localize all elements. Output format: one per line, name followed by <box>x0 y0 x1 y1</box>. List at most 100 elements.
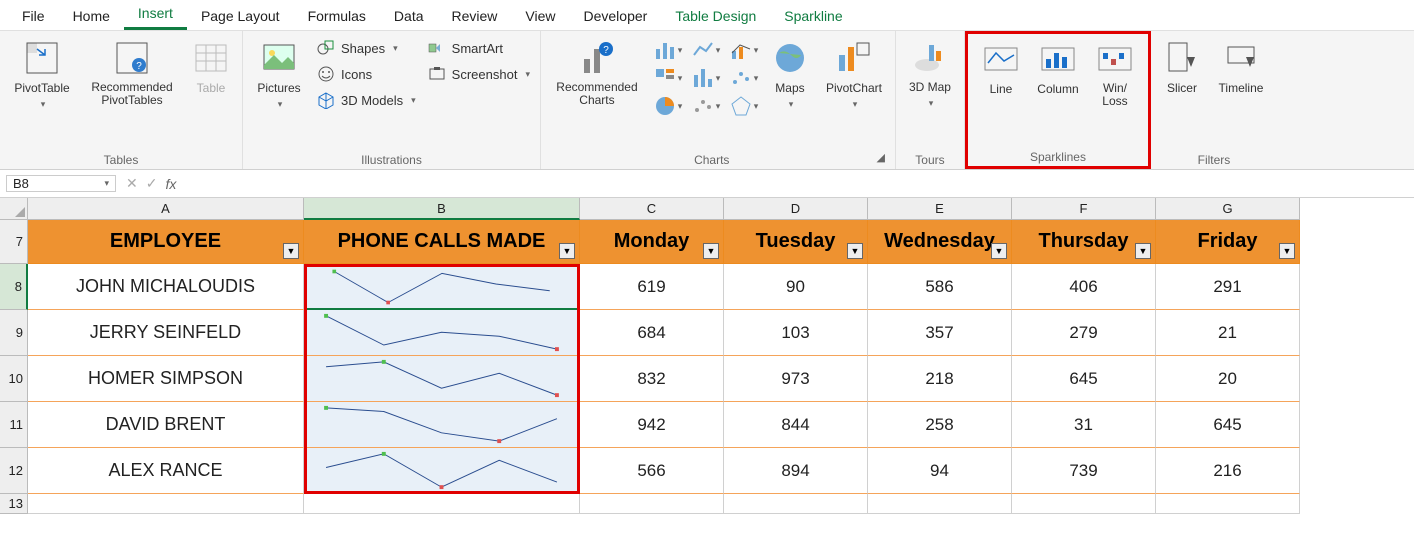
screenshot-button[interactable]: Screenshot▾ <box>424 63 534 85</box>
row-header-9[interactable]: 9 <box>0 310 28 356</box>
select-all-corner[interactable] <box>0 198 28 220</box>
tab-sparkline[interactable]: Sparkline <box>770 4 856 30</box>
cell-empty[interactable] <box>580 494 724 514</box>
employee-name-cell[interactable]: DAVID BRENT <box>28 402 304 448</box>
data-cell[interactable]: 357 <box>868 310 1012 356</box>
filter-button[interactable]: ▼ <box>1135 243 1151 259</box>
header-employee[interactable]: EMPLOYEE ▼ <box>28 220 304 264</box>
data-cell[interactable]: 844 <box>724 402 868 448</box>
statistic-chart-button[interactable]: ▾ <box>689 65 723 91</box>
sparkline-cell[interactable] <box>304 264 580 310</box>
icons-button[interactable]: Icons <box>313 63 420 85</box>
pictures-button[interactable]: Pictures ▾ <box>249 37 309 112</box>
pivottable-button[interactable]: PivotTable ▾ <box>6 37 78 112</box>
data-cell[interactable]: 645 <box>1156 402 1300 448</box>
tab-data[interactable]: Data <box>380 4 438 30</box>
data-cell[interactable]: 832 <box>580 356 724 402</box>
data-cell[interactable]: 218 <box>868 356 1012 402</box>
data-cell[interactable]: 258 <box>868 402 1012 448</box>
3d-map-button[interactable]: 3D Map▾ <box>902 37 958 111</box>
tab-developer[interactable]: Developer <box>570 4 662 30</box>
col-header-c[interactable]: C <box>580 198 724 220</box>
recommended-charts-button[interactable]: ? Recommended Charts <box>547 37 647 109</box>
data-cell[interactable]: 645 <box>1012 356 1156 402</box>
recommended-pivot-button[interactable]: ? Recommended PivotTables <box>82 37 182 109</box>
filter-button[interactable]: ▼ <box>991 243 1007 259</box>
row-header-13[interactable]: 13 <box>0 494 28 514</box>
tab-review[interactable]: Review <box>438 4 512 30</box>
data-cell[interactable]: 739 <box>1012 448 1156 494</box>
employee-name-cell[interactable]: HOMER SIMPSON <box>28 356 304 402</box>
smartart-button[interactable]: SmartArt <box>424 37 534 59</box>
row-header-7[interactable]: 7 <box>0 220 28 264</box>
column-chart-button[interactable]: ▾ <box>651 37 685 63</box>
data-cell[interactable]: 942 <box>580 402 724 448</box>
employee-name-cell[interactable]: JOHN MICHALOUDIS <box>28 264 304 310</box>
tab-view[interactable]: View <box>511 4 569 30</box>
col-header-d[interactable]: D <box>724 198 868 220</box>
data-cell[interactable]: 20 <box>1156 356 1300 402</box>
sparkline-winloss-button[interactable]: Win/ Loss <box>1090 38 1140 109</box>
row-header-12[interactable]: 12 <box>0 448 28 494</box>
sparkline-column-button[interactable]: Column <box>1030 38 1086 98</box>
surface-chart-button[interactable]: ▾ <box>689 93 723 119</box>
cell-empty[interactable] <box>28 494 304 514</box>
header-phone-calls[interactable]: PHONE CALLS MADE ▼ <box>304 220 580 264</box>
col-header-b[interactable]: B <box>304 198 580 220</box>
col-header-a[interactable]: A <box>28 198 304 220</box>
col-header-e[interactable]: E <box>868 198 1012 220</box>
data-cell[interactable]: 566 <box>580 448 724 494</box>
shapes-button[interactable]: Shapes▾ <box>313 37 420 59</box>
3d-models-button[interactable]: 3D Models▾ <box>313 89 420 111</box>
cell-empty[interactable] <box>724 494 868 514</box>
header-wednesday[interactable]: Wednesday ▼ <box>868 220 1012 264</box>
data-cell[interactable]: 94 <box>868 448 1012 494</box>
cell-empty[interactable] <box>1156 494 1300 514</box>
formula-input[interactable] <box>182 170 1414 197</box>
data-cell[interactable]: 619 <box>580 264 724 310</box>
tab-home[interactable]: Home <box>59 4 124 30</box>
sparkline-cell[interactable] <box>304 356 580 402</box>
filter-button[interactable]: ▼ <box>559 243 575 259</box>
data-cell[interactable]: 684 <box>580 310 724 356</box>
sparkline-cell[interactable] <box>304 310 580 356</box>
header-tuesday[interactable]: Tuesday ▼ <box>724 220 868 264</box>
row-header-11[interactable]: 11 <box>0 402 28 448</box>
tab-formulas[interactable]: Formulas <box>294 4 380 30</box>
filter-button[interactable]: ▼ <box>283 243 299 259</box>
radar-chart-button[interactable]: ▾ <box>727 93 761 119</box>
charts-dialog-launcher[interactable]: ◢ <box>877 151 889 164</box>
header-friday[interactable]: Friday ▼ <box>1156 220 1300 264</box>
col-header-g[interactable]: G <box>1156 198 1300 220</box>
employee-name-cell[interactable]: JERRY SEINFELD <box>28 310 304 356</box>
header-thursday[interactable]: Thursday ▼ <box>1012 220 1156 264</box>
line-chart-button[interactable]: ▾ <box>689 37 723 63</box>
sparkline-line-button[interactable]: Line <box>976 38 1026 98</box>
filter-button[interactable]: ▼ <box>1279 243 1295 259</box>
sparkline-cell[interactable] <box>304 402 580 448</box>
tab-page-layout[interactable]: Page Layout <box>187 4 294 30</box>
chevron-down-icon[interactable]: ▾ <box>104 178 109 189</box>
fx-icon[interactable]: fx <box>165 176 176 192</box>
cell-empty[interactable] <box>868 494 1012 514</box>
hierarchy-chart-button[interactable]: ▾ <box>651 65 685 91</box>
data-cell[interactable]: 291 <box>1156 264 1300 310</box>
data-cell[interactable]: 90 <box>724 264 868 310</box>
data-cell[interactable]: 894 <box>724 448 868 494</box>
data-cell[interactable]: 973 <box>724 356 868 402</box>
cell-empty[interactable] <box>304 494 580 514</box>
tab-table-design[interactable]: Table Design <box>661 4 770 30</box>
combo-chart-button[interactable]: ▾ <box>727 37 761 63</box>
data-cell[interactable]: 31 <box>1012 402 1156 448</box>
data-cell[interactable]: 279 <box>1012 310 1156 356</box>
slicer-button[interactable]: Slicer <box>1157 37 1207 97</box>
data-cell[interactable]: 103 <box>724 310 868 356</box>
data-cell[interactable]: 216 <box>1156 448 1300 494</box>
scatter-chart-button[interactable]: ▾ <box>727 65 761 91</box>
maps-button[interactable]: Maps▾ <box>765 37 815 112</box>
col-header-f[interactable]: F <box>1012 198 1156 220</box>
sparkline-cell[interactable] <box>304 448 580 494</box>
header-monday[interactable]: Monday ▼ <box>580 220 724 264</box>
row-header-10[interactable]: 10 <box>0 356 28 402</box>
name-box[interactable]: B8 ▾ <box>6 175 116 192</box>
